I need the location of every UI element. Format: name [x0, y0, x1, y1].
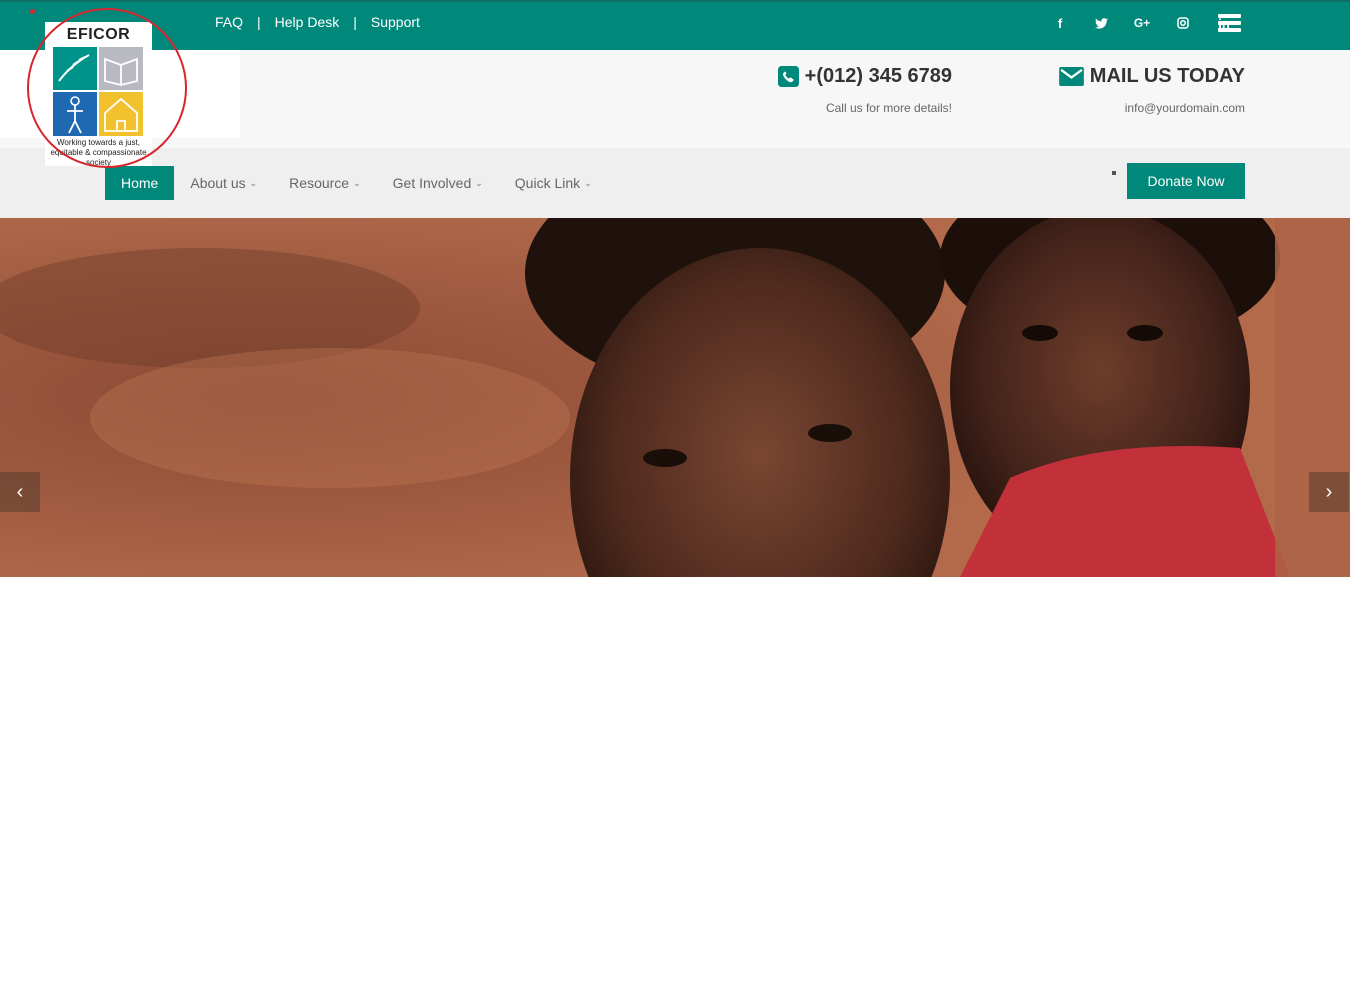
envelope-icon	[1058, 67, 1084, 86]
faq-link[interactable]: FAQ	[215, 14, 243, 30]
facebook-icon[interactable]: f	[1052, 14, 1068, 32]
chevron-down-icon: ⌄	[584, 177, 592, 188]
nav-label: Resource	[289, 175, 350, 191]
phone-subtext: Call us for more details!	[825, 101, 952, 115]
social-links: f G+ in	[1027, 14, 1232, 32]
nav-label: Quick Link	[514, 175, 581, 191]
phone-icon	[777, 66, 799, 87]
nav-label: Get Involved	[392, 175, 472, 191]
nav-item-quick-link[interactable]: Quick Link ⌄	[499, 166, 608, 200]
nav-label: About us	[190, 175, 246, 191]
header: +(012) 345 6789 Call us for more details…	[0, 50, 1350, 148]
nav-item-resource[interactable]: Resource ⌄	[273, 166, 376, 200]
donate-button[interactable]: Donate Now	[1127, 163, 1245, 199]
help-desk-link[interactable]: Help Desk	[275, 14, 340, 30]
mail-title: MAIL US TODAY	[1089, 65, 1245, 87]
nav-item-get-involved[interactable]: Get Involved ⌄	[377, 166, 499, 200]
hero-image	[0, 218, 1350, 577]
hamburger-icon[interactable]	[1218, 14, 1241, 32]
chevron-down-icon: ⌄	[475, 177, 483, 188]
top-bar: FAQ | Help Desk | Support f G+ in	[0, 0, 1350, 50]
phone-number: +(012) 345 6789	[804, 65, 952, 87]
top-links: FAQ | Help Desk | Support	[215, 14, 420, 30]
main-navigation: Home About us ⌄ Resource ⌄ Get Involved …	[0, 148, 1350, 218]
mail-contact: MAIL US TODAY info@yourdomain.com	[1030, 65, 1245, 115]
hero-slider: ‹ ›	[0, 218, 1350, 577]
twitter-icon[interactable]	[1093, 14, 1109, 32]
separator: |	[353, 14, 357, 30]
instagram-icon[interactable]	[1175, 14, 1191, 32]
mail-address[interactable]: info@yourdomain.com	[1030, 101, 1245, 115]
separator: |	[257, 14, 261, 30]
slider-next-button[interactable]: ›	[1309, 472, 1349, 512]
slider-prev-button[interactable]: ‹	[0, 472, 40, 512]
divider-dot	[1112, 171, 1116, 175]
nav-item-home[interactable]: Home	[105, 166, 175, 200]
chevron-down-icon: ⌄	[249, 177, 258, 188]
support-link[interactable]: Support	[371, 14, 420, 30]
annotation-circle	[27, 8, 187, 168]
google-plus-icon[interactable]: G+	[1134, 14, 1150, 32]
nav-item-about-us[interactable]: About us ⌄	[174, 166, 273, 200]
nav-label: Home	[121, 175, 159, 191]
chevron-down-icon: ⌄	[353, 177, 361, 188]
annotation-dot	[30, 9, 35, 14]
phone-contact: +(012) 345 6789 Call us for more details…	[740, 65, 952, 115]
